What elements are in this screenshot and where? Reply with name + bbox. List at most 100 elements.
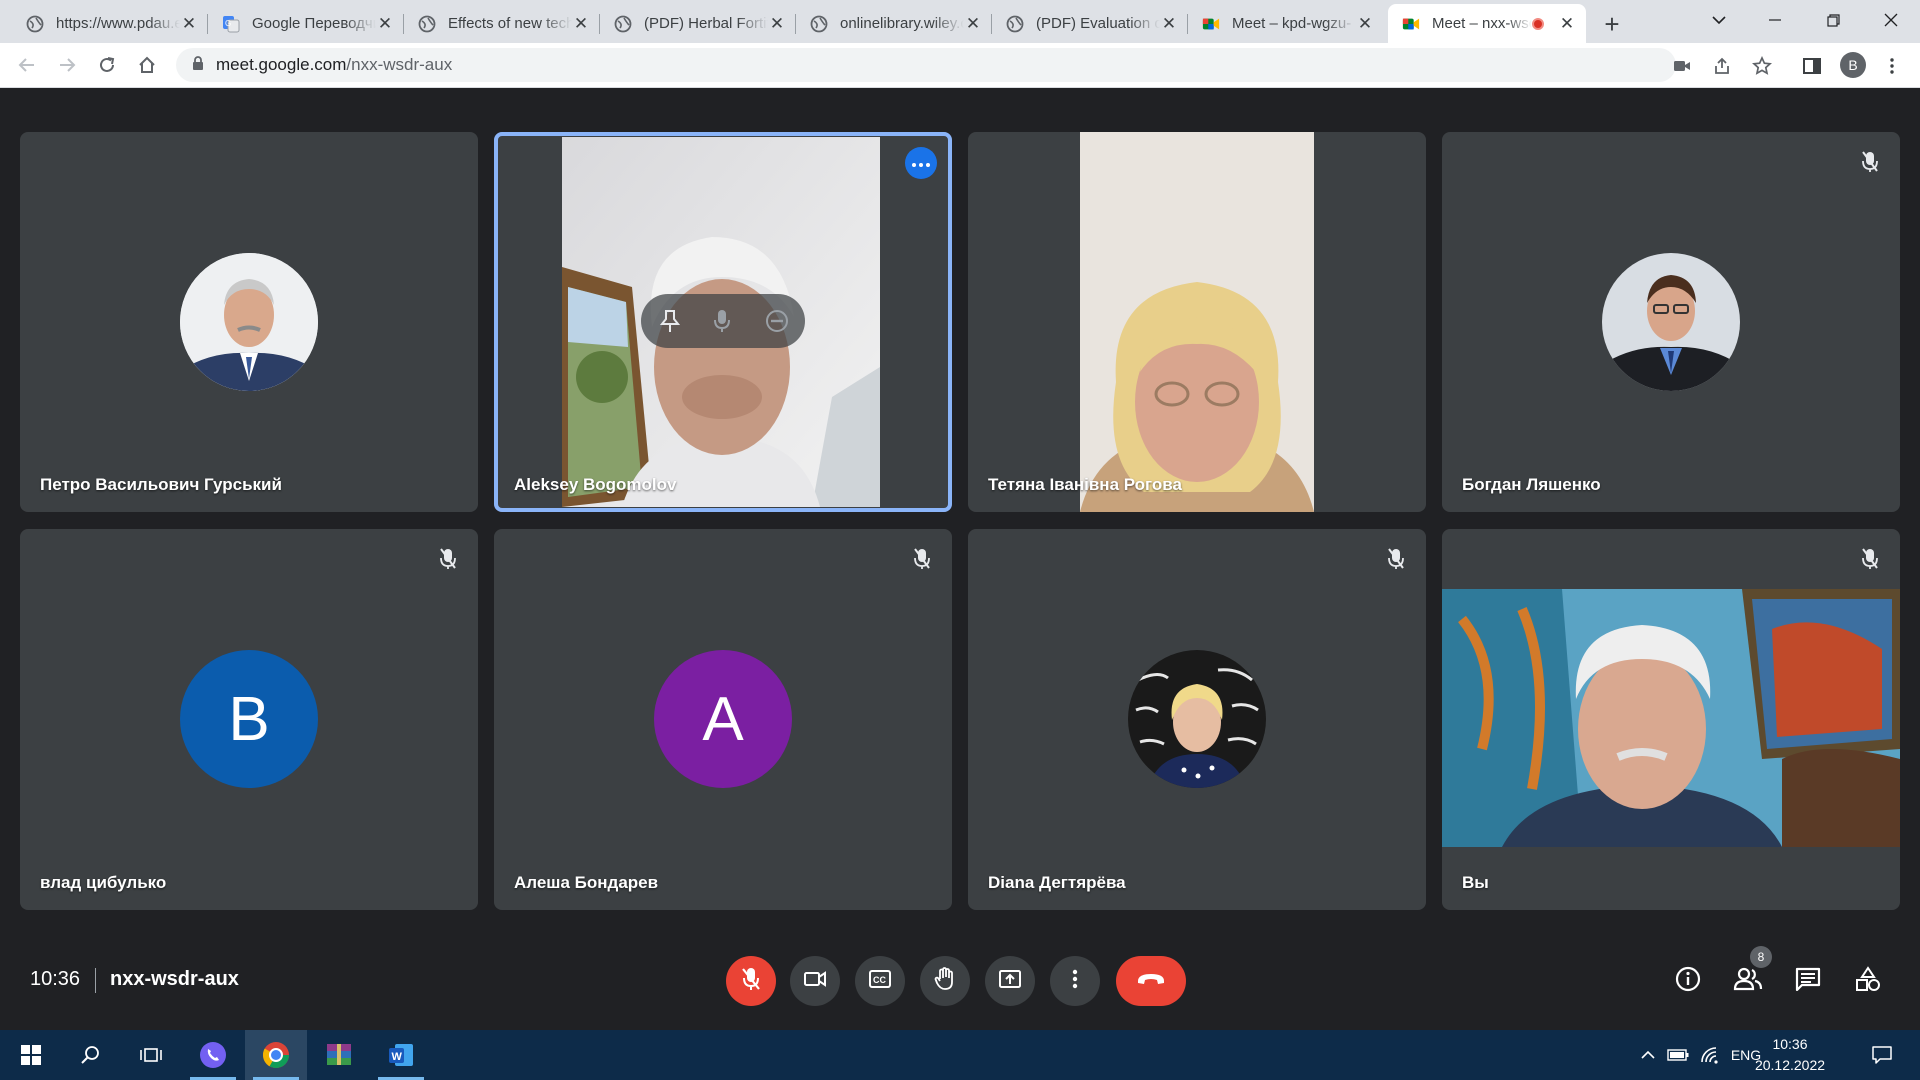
browser-menu-icon[interactable] — [1878, 52, 1906, 80]
participant-initial-avatar: А — [654, 650, 792, 788]
participant-tile-active[interactable]: Aleksey Bogomolov — [494, 132, 952, 512]
participant-video — [1080, 132, 1314, 512]
more-vert-icon — [1072, 969, 1078, 994]
tab-evaluation[interactable]: (PDF) Evaluation of ✕ — [992, 4, 1188, 43]
windows-start-icon[interactable] — [0, 1030, 62, 1080]
profile-avatar[interactable]: B — [1840, 52, 1866, 78]
camera-permission-icon[interactable] — [1668, 52, 1696, 80]
participant-tile[interactable]: В влад цибулько — [20, 529, 478, 910]
pin-icon[interactable] — [659, 309, 681, 338]
system-clock[interactable]: 10:36 20.12.2022 — [1750, 1034, 1830, 1076]
participant-photo — [1128, 650, 1266, 788]
svg-text:W: W — [392, 1051, 403, 1063]
hand-icon — [934, 966, 956, 996]
browser-toolbar: meet.google.com/nxx-wsdr-aux B — [0, 43, 1920, 88]
leave-call-button[interactable] — [1116, 956, 1186, 1006]
meet-icon — [1402, 15, 1420, 33]
restore-icon[interactable] — [1810, 0, 1856, 40]
tab-pdau[interactable]: https://www.pdau.edu.ua ✕ — [12, 4, 208, 43]
word-app-icon[interactable]: W — [370, 1030, 432, 1080]
search-icon[interactable] — [60, 1030, 122, 1080]
people-icon — [1733, 967, 1763, 996]
self-video — [1442, 589, 1900, 847]
tab-search-icon[interactable] — [1696, 0, 1742, 40]
tab-google-translate[interactable]: G Google Переводчик ✕ — [208, 4, 404, 43]
meeting-time: 10:36 — [30, 968, 81, 990]
lock-icon — [192, 55, 204, 75]
tab-meet-nxx[interactable]: Meet – nxx-wsdr-aux ✕ — [1388, 4, 1586, 43]
participant-tile[interactable]: Богдан Ляшенко — [1442, 132, 1900, 512]
mic-off-icon — [1858, 547, 1882, 571]
mic-off-icon — [741, 967, 761, 996]
activities-button[interactable] — [1849, 962, 1887, 1000]
svg-text:G: G — [225, 19, 231, 28]
participant-tile[interactable]: Diana Дегтярёва — [968, 529, 1426, 910]
self-tile[interactable]: Вы — [1442, 529, 1900, 910]
videocam-icon — [803, 970, 827, 993]
remove-icon[interactable] — [765, 309, 789, 338]
chrome-app-icon[interactable] — [245, 1030, 307, 1080]
raise-hand-button[interactable] — [920, 956, 970, 1006]
svg-text:CC: CC — [873, 975, 886, 985]
close-window-icon[interactable] — [1868, 0, 1914, 40]
globe-icon — [810, 15, 828, 33]
new-tab-button[interactable]: + — [1596, 8, 1628, 40]
mic-toggle-button[interactable] — [726, 956, 776, 1006]
participant-tile[interactable]: Тетяна Іванівна Рогова — [968, 132, 1426, 512]
tab-herbal[interactable]: (PDF) Herbal Fortification ✕ — [600, 4, 796, 43]
bookmark-star-icon[interactable] — [1748, 52, 1776, 80]
close-tab-icon[interactable]: ✕ — [1160, 14, 1178, 33]
mic-off-icon — [910, 547, 934, 571]
close-tab-icon[interactable]: ✕ — [964, 14, 982, 33]
task-view-icon[interactable] — [120, 1030, 182, 1080]
close-tab-icon[interactable]: ✕ — [376, 14, 394, 33]
close-tab-icon[interactable]: ✕ — [180, 14, 198, 33]
viber-app-icon[interactable] — [182, 1030, 244, 1080]
url-text: meet.google.com/nxx-wsdr-aux — [216, 55, 453, 74]
tray-chevron-up-icon[interactable] — [1636, 1030, 1660, 1080]
minimize-icon[interactable] — [1752, 0, 1798, 40]
more-options-button[interactable] — [1050, 956, 1100, 1006]
more-horiz-icon — [912, 154, 930, 172]
present-screen-button[interactable] — [985, 956, 1035, 1006]
side-panel-icon[interactable] — [1798, 52, 1826, 80]
home-icon[interactable] — [132, 50, 162, 80]
meet-icon — [1202, 15, 1220, 33]
forward-icon[interactable] — [52, 50, 82, 80]
meeting-details-button[interactable] — [1669, 962, 1707, 1000]
globe-icon — [614, 15, 632, 33]
battery-icon[interactable] — [1664, 1030, 1692, 1080]
participant-tile[interactable]: Петро Васильович Гурський — [20, 132, 478, 512]
people-count-badge: 8 — [1750, 946, 1772, 968]
share-icon[interactable] — [1708, 52, 1736, 80]
reload-icon[interactable] — [92, 50, 122, 80]
participant-tile[interactable]: А Алеша Бондарев — [494, 529, 952, 910]
close-tab-icon[interactable]: ✕ — [572, 14, 590, 33]
camera-toggle-button[interactable] — [790, 956, 840, 1006]
more-options-button[interactable] — [905, 147, 937, 179]
info-icon — [1675, 966, 1701, 997]
chat-icon — [1795, 967, 1821, 996]
address-bar[interactable]: meet.google.com/nxx-wsdr-aux — [176, 48, 1676, 82]
close-tab-icon[interactable]: ✕ — [1558, 14, 1576, 33]
chat-button[interactable] — [1789, 962, 1827, 1000]
notifications-icon[interactable] — [1862, 1030, 1902, 1080]
mic-off-icon — [1384, 547, 1408, 571]
wifi-icon[interactable] — [1696, 1030, 1724, 1080]
mic-icon[interactable] — [713, 309, 731, 338]
globe-icon — [1006, 15, 1024, 33]
close-tab-icon[interactable]: ✕ — [1356, 14, 1374, 33]
globe-icon — [26, 15, 44, 33]
divider — [95, 968, 96, 993]
participant-photo — [180, 253, 318, 391]
back-icon[interactable] — [12, 50, 42, 80]
captions-button[interactable]: CC — [855, 956, 905, 1006]
tab-meet-kpd[interactable]: Meet – kpd-wgzu- ✕ — [1188, 4, 1384, 43]
tile-hover-controls — [641, 294, 805, 348]
tab-effects[interactable]: Effects of new technologies ✕ — [404, 4, 600, 43]
participant-initial-avatar: В — [180, 650, 318, 788]
tab-wiley[interactable]: onlinelibrary.wiley.com ✕ — [796, 4, 992, 43]
close-tab-icon[interactable]: ✕ — [768, 14, 786, 33]
recording-indicator-icon — [1532, 17, 1544, 30]
winrar-app-icon[interactable] — [308, 1030, 370, 1080]
